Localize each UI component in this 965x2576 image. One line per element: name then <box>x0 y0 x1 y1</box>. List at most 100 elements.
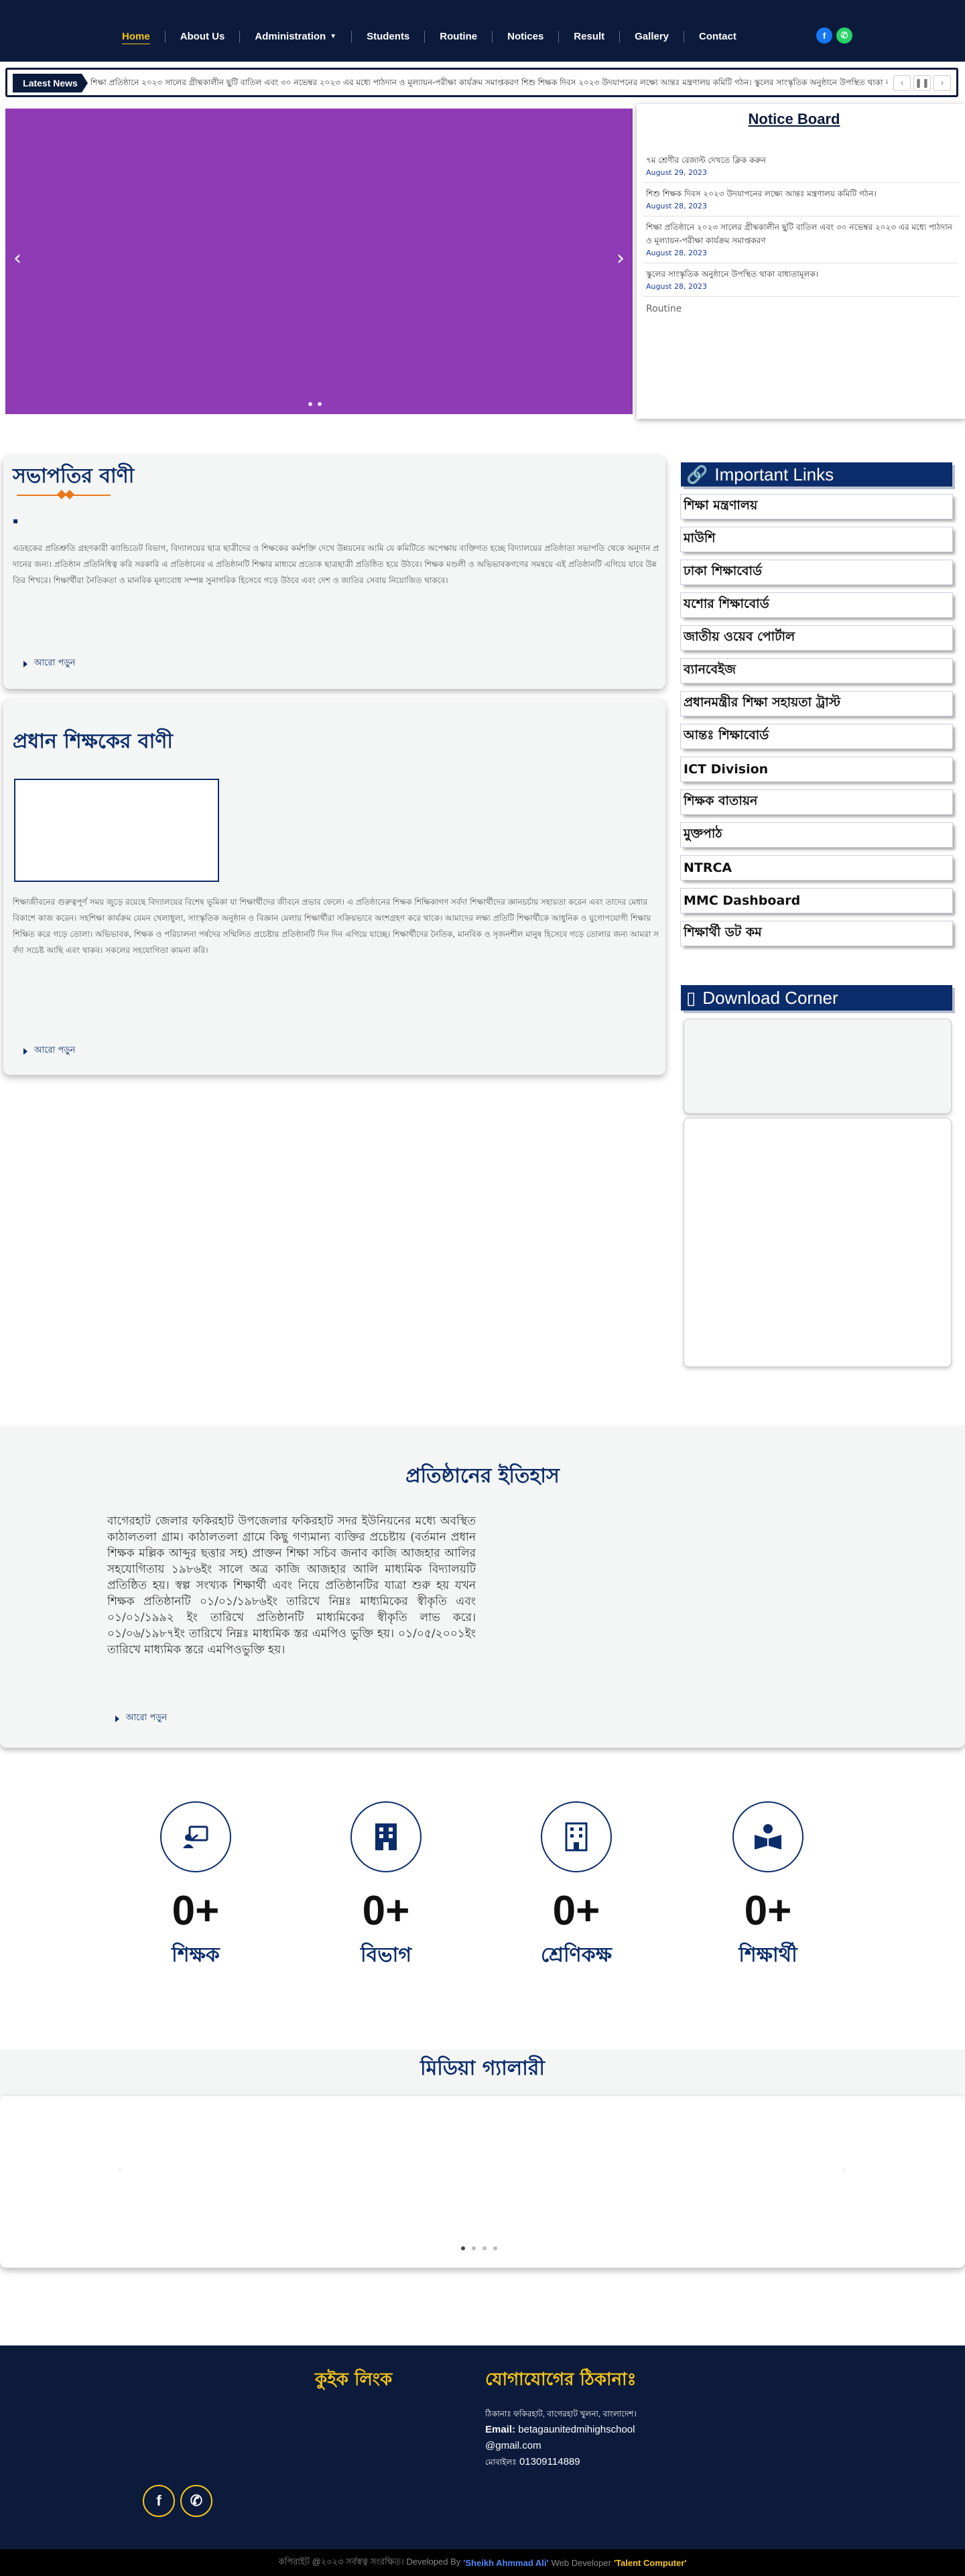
ticker-controls: ‹ ❚❚ › <box>893 75 951 91</box>
slider-dots <box>308 402 322 406</box>
company-link[interactable]: 'Talent Computer' <box>614 2558 687 2568</box>
contact-info: ঠিকানাঃ ফকিরহাট, বাগেরহাট খুলনা, বাংলাদে… <box>485 2406 637 2470</box>
nav-students[interactable]: Students <box>352 31 426 43</box>
top-navbar: Home About Us Administration ▼ Students R… <box>0 0 965 62</box>
stat-label: শিক্ষক <box>172 1943 220 1967</box>
stat-value: 0+ <box>362 1888 410 1934</box>
notice-item[interactable]: শিশু শিক্ষক দিবস ২০২৩ উদযাপনের লক্ষ্যে আ… <box>643 183 958 216</box>
stat-value: 0+ <box>552 1888 600 1934</box>
notice-routine-link[interactable]: Routine <box>643 304 958 314</box>
headmaster-message-text: শিক্ষাজীবনের গুরুত্বপূর্ণ সময় জুড়ে রয়… <box>13 897 659 955</box>
email-label: Email: <box>485 2424 516 2435</box>
notice-board-title[interactable]: Notice Board <box>637 111 952 128</box>
important-link[interactable]: আন্তঃ শিক্ষাবোর্ড <box>681 724 952 749</box>
notice-title[interactable]: শিক্ষা প্রতিষ্ঠানে ২০২৩ সালের গ্রীষ্মকাল… <box>646 220 956 247</box>
classroom-icon <box>541 1801 612 1872</box>
president-message-card: সভাপতির বাণী ▪ এডহকের প্রতিশ্রুতি গ্রহণক… <box>3 456 665 689</box>
important-link[interactable]: মুক্তপাঠ <box>681 823 952 847</box>
caret-right-icon <box>23 660 27 667</box>
headmaster-read-more[interactable]: আরো পড়ুন <box>23 1044 75 1058</box>
history-read-more[interactable]: আরো পড়ুন <box>115 1712 167 1726</box>
ticker-pause-icon[interactable]: ❚❚ <box>913 75 931 91</box>
download-icon: ▯ <box>686 987 696 1008</box>
nav-notices[interactable]: Notices <box>493 31 560 43</box>
nav-contact[interactable]: Contact <box>684 31 751 43</box>
president-read-more[interactable]: আরো পড়ুন <box>23 657 75 671</box>
gallery-prev-icon[interactable]: ‹ <box>118 2165 122 2175</box>
hero-slider: ‹ › <box>5 109 633 414</box>
nav-gallery[interactable]: Gallery <box>620 31 685 43</box>
important-link[interactable]: ব্যানবেইজ <box>681 659 952 683</box>
chevron-down-icon: ▼ <box>330 33 337 40</box>
stat-value: 0+ <box>172 1888 220 1934</box>
caret-right-icon <box>23 1047 27 1055</box>
important-link[interactable]: জাতীয় ওয়েব পোর্টাল <box>681 626 952 650</box>
president-message-title: সভাপতির বাণী <box>13 464 135 488</box>
important-link[interactable]: প্রধানমন্ত্রীর শিক্ষা সহায়তা ট্রাস্ট <box>681 692 952 716</box>
important-link[interactable]: শিক্ষা মন্ত্রণালয় <box>681 495 952 519</box>
contact-phone[interactable]: মোবাইলঃ 01309114889 <box>485 2454 637 2470</box>
important-link[interactable]: ICT Division <box>681 757 952 781</box>
contact-email[interactable]: Email: betagaunitedmihighschool <box>485 2422 637 2438</box>
notice-title[interactable]: স্কুলের সাংস্কৃতিক অনুষ্ঠানে উপস্থিত থাক… <box>646 267 956 281</box>
footer: কুইক লিংক যোগাযোগের ঠিকানাঃ ঠিকানাঃ ফকির… <box>0 2345 965 2549</box>
contact-title: যোগাযোগের ঠিকানাঃ <box>485 2370 637 2390</box>
nav-about[interactable]: About Us <box>166 31 241 43</box>
email-value: betagaunitedmihighschool <box>518 2424 635 2435</box>
important-link[interactable]: শিক্ষক বাতায়ন <box>681 790 952 814</box>
developer-link[interactable]: 'Sheikh Ahmmad Ali' <box>463 2558 548 2568</box>
slider-dot[interactable] <box>308 402 312 406</box>
headmaster-photo <box>14 779 219 882</box>
facebook-icon[interactable]: f <box>816 27 832 44</box>
notice-item[interactable]: স্কুলের সাংস্কৃতিক অনুষ্ঠানে উপস্থিত থাক… <box>643 263 958 297</box>
contact-address: ঠিকানাঃ ফকিরহাট, বাগেরহাট খুলনা, বাংলাদে… <box>485 2409 637 2419</box>
important-link[interactable]: MMC Dashboard <box>681 889 952 913</box>
ticker-text[interactable]: শিক্ষা প্রতিষ্ঠানে ২০২৩ সালের গ্রীষ্মকাল… <box>90 77 888 90</box>
nav-result[interactable]: Result <box>559 31 621 43</box>
important-link[interactable]: শিক্ষার্থী ডট কম <box>681 921 952 946</box>
student-icon <box>732 1801 803 1872</box>
read-more-label: আরো পড়ুন <box>34 658 76 668</box>
slider-next-icon[interactable]: › <box>617 247 625 270</box>
gallery-dot[interactable] <box>461 2246 465 2250</box>
copyright-middle: Web Developer <box>551 2557 611 2568</box>
notice-list: ৭ম শ্রেণীর রেজাল্ট দেখতে ক্লিক করুন Augu… <box>643 149 958 314</box>
footer-social: f ✆ <box>143 2485 212 2517</box>
important-links-header: 🔗 Important Links <box>681 462 952 487</box>
important-link[interactable]: ঢাকা শিক্ষাবোর্ড <box>681 560 952 584</box>
media-gallery-carousel: ‹ › <box>0 2096 965 2268</box>
gallery-next-icon[interactable]: › <box>842 2165 846 2175</box>
important-link[interactable]: মাউশি <box>681 527 952 552</box>
notice-item[interactable]: শিক্ষা প্রতিষ্ঠানে ২০২৩ সালের গ্রীষ্মকাল… <box>643 216 958 263</box>
gallery-dots <box>461 2246 497 2250</box>
slider-dot[interactable] <box>318 402 322 406</box>
email-domain: @gmail.com <box>485 2440 541 2451</box>
gallery-dot[interactable] <box>493 2246 497 2250</box>
phone-label: মোবাইলঃ <box>485 2457 517 2467</box>
ticker-prev-icon[interactable]: ‹ <box>893 75 911 91</box>
notice-date: August 28, 2023 <box>646 249 707 257</box>
stat-departments: 0+ বিভাগ <box>319 1801 453 1973</box>
nav-routine[interactable]: Routine <box>425 31 493 43</box>
gallery-dot[interactable] <box>472 2246 476 2250</box>
stat-students: 0+ শিক্ষার্থী <box>701 1801 835 1973</box>
notice-date: August 29, 2023 <box>646 168 707 177</box>
facebook-icon[interactable]: f <box>143 2485 175 2517</box>
phone-value: 01309114889 <box>519 2456 580 2467</box>
slider-prev-icon[interactable]: ‹ <box>13 247 21 270</box>
copyright-prefix: কপিরাইট @২০২৩ সর্বস্বত্ব সংরক্ষিত। Devel… <box>278 2556 461 2567</box>
notice-item[interactable]: ৭ম শ্রেণীর রেজাল্ট দেখতে ক্লিক করুন Augu… <box>643 149 958 183</box>
gallery-dot[interactable] <box>482 2246 487 2250</box>
ticker-next-icon[interactable]: › <box>934 75 951 91</box>
important-link[interactable]: NTRCA <box>681 856 952 880</box>
stat-label: শ্রেণিকক্ষ <box>541 1943 612 1967</box>
teacher-icon <box>160 1801 231 1872</box>
whatsapp-icon[interactable]: ✆ <box>836 27 852 44</box>
quick-links-title: কুইক লিংক <box>315 2370 393 2390</box>
notice-title[interactable]: ৭ম শ্রেণীর রেজাল্ট দেখতে ক্লিক করুন <box>646 153 956 167</box>
nav-administration[interactable]: Administration ▼ <box>240 31 352 43</box>
important-link[interactable]: যশোর শিক্ষাবোর্ড <box>681 593 952 617</box>
whatsapp-icon[interactable]: ✆ <box>180 2485 212 2517</box>
nav-home[interactable]: Home <box>107 31 166 43</box>
notice-title[interactable]: শিশু শিক্ষক দিবস ২০২৩ উদযাপনের লক্ষ্যে আ… <box>646 187 956 200</box>
